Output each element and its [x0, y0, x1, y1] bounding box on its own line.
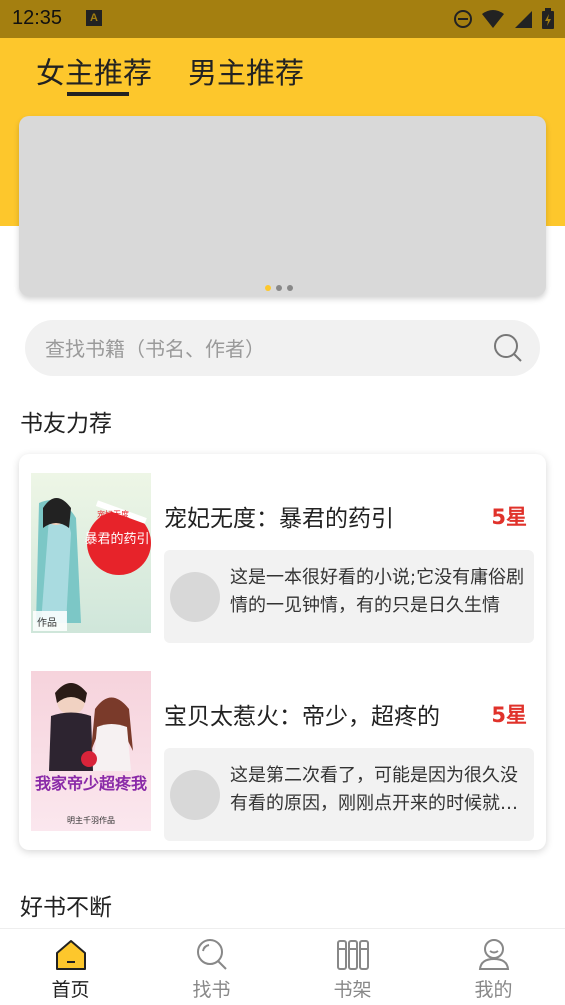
tab-male-recommend[interactable]: 男主推荐	[188, 50, 304, 92]
book-cover[interactable]: 我家帝少超疼我 明主千羽作品	[31, 671, 151, 831]
search-bar[interactable]	[25, 320, 540, 378]
cover-author-text: 明主千羽作品	[67, 815, 115, 825]
tab-indicator	[67, 92, 129, 96]
cover-author-text: 作品	[37, 617, 57, 629]
search-input[interactable]	[43, 320, 487, 378]
bookshelf-icon	[337, 940, 369, 970]
book-item[interactable]: 暴君的药引 宠妃无度 作品 宠妃无度：暴君的药引 5星 这是一本很好看的小说;它…	[31, 473, 536, 643]
nav-label: 首页	[51, 979, 90, 1001]
nav-label: 书架	[333, 979, 372, 1001]
battery-icon	[542, 8, 554, 29]
status-icons	[453, 8, 555, 30]
status-time: 12:35	[12, 7, 63, 29]
section-title-recommend: 书友力荐	[20, 411, 112, 437]
carousel-dots	[265, 285, 293, 291]
search-icon[interactable]	[492, 332, 524, 364]
cover-title-text: 我家帝少超疼我	[35, 774, 147, 793]
review-text: 这是一本很好看的小说;它没有庸俗剧情的一见钟情，有的只是日久生情	[230, 567, 525, 616]
banner-carousel[interactable]	[19, 116, 546, 296]
book-review[interactable]: 这是第二次看了，可能是因为很久没有看的原因，刚刚点开来的时候就停不下来了	[164, 748, 534, 841]
wifi-icon	[482, 10, 504, 28]
notification-app-icon: A	[86, 10, 102, 26]
book-cover[interactable]: 暴君的药引 宠妃无度 作品	[31, 473, 151, 633]
search-icon	[197, 939, 227, 970]
section-title-more: 好书不断	[20, 895, 112, 921]
review-text: 这是第二次看了，可能是因为很久没有看的原因，刚刚点开来的时候就停不下来了	[230, 765, 518, 814]
nav-item-home[interactable]: 首页	[0, 929, 141, 1005]
profile-icon	[478, 939, 510, 970]
book-review[interactable]: 这是一本很好看的小说;它没有庸俗剧情的一见钟情，有的只是日久生情	[164, 550, 534, 643]
cover-subtitle-text: 宠妃无度	[97, 509, 129, 519]
carousel-dot	[287, 285, 293, 291]
nav-item-find[interactable]: 找书	[141, 929, 282, 1005]
nav-item-bookshelf[interactable]: 书架	[282, 929, 423, 1005]
book-item[interactable]: 我家帝少超疼我 明主千羽作品 宝贝太惹火：帝少，超疼的 5星 这是第二次看了，可…	[31, 671, 536, 841]
carousel-dot-active	[265, 285, 271, 291]
home-icon	[56, 940, 86, 970]
nav-label: 我的	[474, 979, 513, 1001]
book-rating: 5星	[491, 703, 527, 727]
nav-label: 找书	[192, 979, 231, 1001]
status-bar: 12:35 A	[0, 0, 565, 38]
nav-item-profile[interactable]: 我的	[423, 929, 564, 1005]
recommend-card: 暴君的药引 宠妃无度 作品 宠妃无度：暴君的药引 5星 这是一本很好看的小说;它…	[19, 454, 546, 850]
cover-title-text: 暴君的药引	[84, 531, 149, 547]
book-title[interactable]: 宝贝太惹火：帝少，超疼的	[164, 697, 440, 731]
tab-female-recommend[interactable]: 女主推荐	[36, 50, 152, 92]
book-rating: 5星	[491, 505, 527, 529]
do-not-disturb-icon	[454, 10, 472, 28]
reviewer-avatar	[170, 770, 220, 820]
carousel-dot	[276, 285, 282, 291]
signal-icon	[515, 11, 532, 28]
reviewer-avatar	[170, 572, 220, 622]
book-title[interactable]: 宠妃无度：暴君的药引	[164, 499, 394, 533]
bottom-nav: 首页 找书 书架 我的	[0, 928, 565, 1005]
